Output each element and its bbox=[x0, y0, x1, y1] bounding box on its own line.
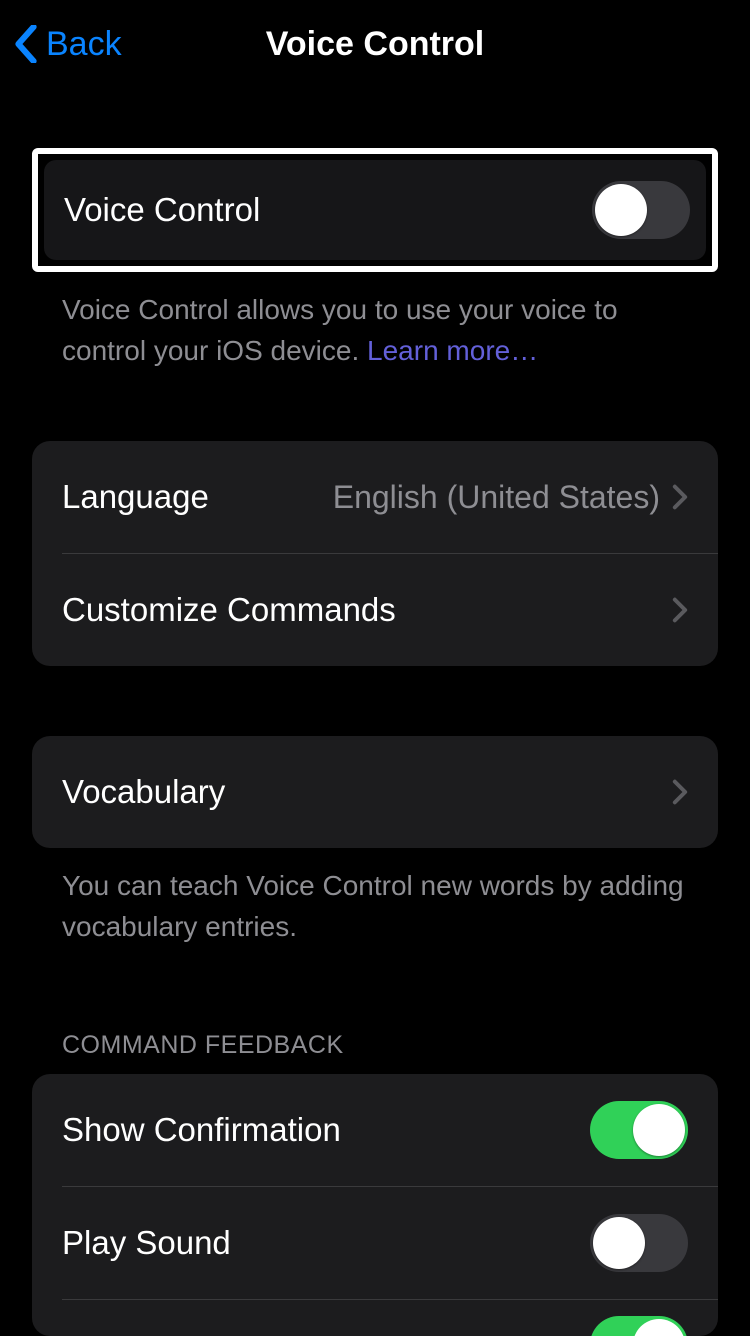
toggle-knob bbox=[633, 1319, 685, 1336]
show-confirmation-row[interactable]: Show Confirmation bbox=[32, 1074, 718, 1186]
language-group: Language English (United States) Customi… bbox=[32, 441, 718, 666]
back-button[interactable]: Back bbox=[14, 25, 122, 64]
play-sound-label: Play Sound bbox=[62, 1224, 590, 1262]
back-label: Back bbox=[46, 25, 122, 64]
voice-control-row[interactable]: Voice Control bbox=[44, 160, 706, 260]
customize-commands-label: Customize Commands bbox=[62, 591, 672, 629]
next-row-partial[interactable] bbox=[32, 1300, 718, 1336]
chevron-left-icon bbox=[14, 25, 38, 63]
vocabulary-row[interactable]: Vocabulary bbox=[32, 736, 718, 848]
language-row[interactable]: Language English (United States) bbox=[32, 441, 718, 553]
voice-control-footer: Voice Control allows you to use your voi… bbox=[32, 272, 718, 371]
chevron-right-icon bbox=[672, 484, 688, 510]
vocabulary-footer: You can teach Voice Control new words by… bbox=[32, 848, 718, 947]
language-label: Language bbox=[62, 478, 333, 516]
command-feedback-group: Show Confirmation Play Sound bbox=[32, 1074, 718, 1336]
voice-control-highlight: Voice Control bbox=[32, 148, 718, 272]
voice-control-label: Voice Control bbox=[64, 191, 592, 229]
toggle-knob bbox=[633, 1104, 685, 1156]
vocabulary-group: Vocabulary bbox=[32, 736, 718, 848]
chevron-right-icon bbox=[672, 597, 688, 623]
show-confirmation-toggle[interactable] bbox=[590, 1101, 688, 1159]
command-feedback-header: COMMAND FEEDBACK bbox=[32, 1031, 718, 1074]
chevron-right-icon bbox=[672, 779, 688, 805]
vocabulary-label: Vocabulary bbox=[62, 773, 672, 811]
partial-toggle[interactable] bbox=[590, 1316, 688, 1336]
show-confirmation-label: Show Confirmation bbox=[62, 1111, 590, 1149]
play-sound-toggle[interactable] bbox=[590, 1214, 688, 1272]
customize-commands-row[interactable]: Customize Commands bbox=[32, 554, 718, 666]
language-value: English (United States) bbox=[333, 479, 660, 516]
learn-more-link[interactable]: Learn more… bbox=[367, 335, 538, 366]
toggle-knob bbox=[593, 1217, 645, 1269]
navbar: Back Voice Control bbox=[0, 0, 750, 88]
voice-control-toggle[interactable] bbox=[592, 181, 690, 239]
play-sound-row[interactable]: Play Sound bbox=[32, 1187, 718, 1299]
toggle-knob bbox=[595, 184, 647, 236]
